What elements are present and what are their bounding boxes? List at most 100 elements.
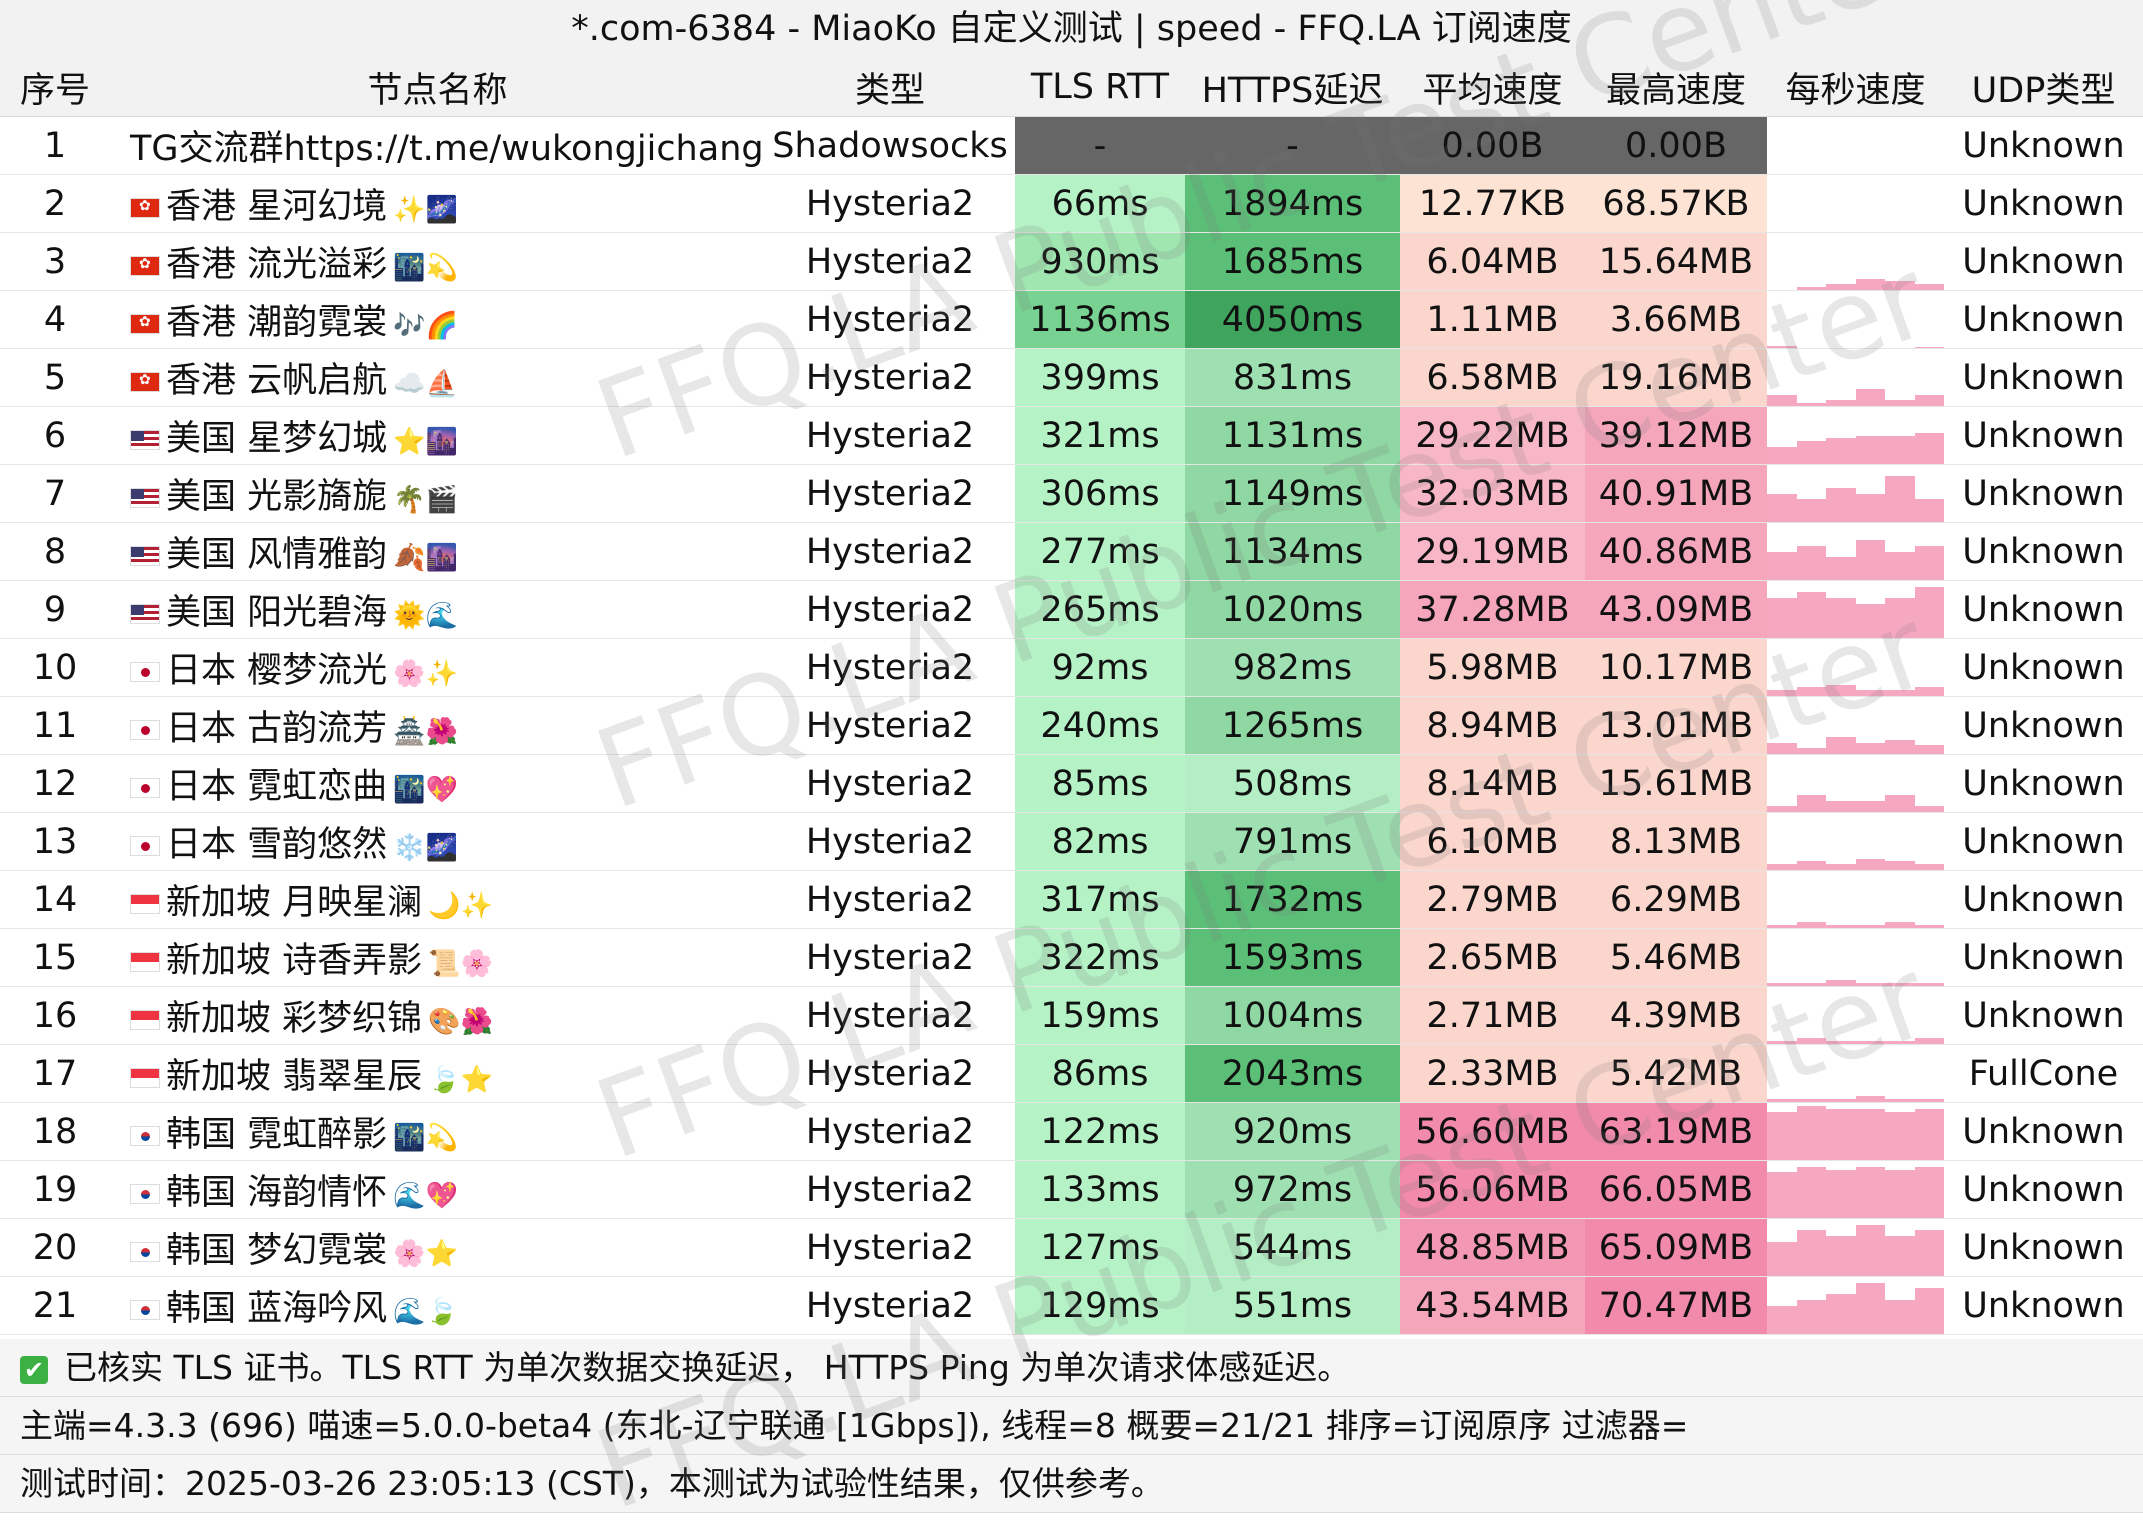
cell-udp-type: Unknown	[1944, 348, 2143, 407]
cell-no: 11	[0, 696, 110, 755]
window-title: *.com-6384 - MiaoKo 自定义测试 | speed - FFQ.…	[0, 0, 2143, 59]
table-row[interactable]: 8 美国 风情雅韵 🍂🌆 Hysteria2 277ms 1134ms 29.19MB 40.…	[0, 522, 2143, 581]
sparkline-bar	[1826, 1041, 1856, 1044]
cell-node-name: 美国 风情雅韵 🍂🌆	[110, 522, 765, 581]
table-row[interactable]: 13 日本 雪韵悠然 ❄️🌌 Hysteria2 82ms 791ms 6.10MB 8.13…	[0, 812, 2143, 871]
col-header-avg[interactable]: 平均速度	[1400, 58, 1585, 117]
flag-us-icon	[130, 546, 160, 566]
table-row[interactable]: 2香港 星河幻境✨🌌Hysteria266ms1894ms12.77KB68.5…	[0, 174, 2143, 233]
table-row[interactable]: 1 TG交流群https://t.me/wukongjichang Shadowso…	[0, 116, 2143, 175]
table-row[interactable]: 10 日本 樱梦流光 🌸✨ Hysteria2 92ms 982ms 5.98MB 10.17…	[0, 638, 2143, 697]
cell-no: 19	[0, 1160, 110, 1219]
table-row[interactable]: 6 美国 星梦幻城 ⭐🌆 Hysteria2 321ms 1131ms 29.22MB 39.…	[0, 406, 2143, 465]
sparkline-bar	[1796, 687, 1826, 696]
speed-sparkline	[1767, 755, 1944, 812]
table-row[interactable]: 20 韩国 梦幻霓裳 🌸⭐ Hysteria2 127ms 544ms 48.85MB 65.…	[0, 1218, 2143, 1277]
cell-avg-speed: 37.28MB	[1400, 580, 1585, 639]
cell-max-speed: 0.00B	[1585, 116, 1767, 175]
footer-line-2: 主端=4.3.3 (696) 喵速=5.0.0-beta4 (东北-辽宁联通 […	[0, 1397, 2143, 1455]
cell-type: Hysteria2	[765, 1102, 1015, 1161]
table-row[interactable]: 7 美国 光影旖旎 🌴🎬 Hysteria2 306ms 1149ms 32.03MB 40.…	[0, 464, 2143, 523]
cell-max-speed: 66.05MB	[1585, 1160, 1767, 1219]
emoji-icon: 🌊💖	[393, 1181, 458, 1211]
cell-max-speed: 5.46MB	[1585, 928, 1767, 987]
sparkline-bar	[1855, 1096, 1885, 1102]
col-header-https[interactable]: HTTPS延迟	[1185, 58, 1400, 117]
sparkline-bar	[1885, 1299, 1915, 1334]
sparkline-bar	[1914, 586, 1944, 638]
speed-sparkline	[1767, 291, 1944, 348]
col-header-name[interactable]: 节点名称	[110, 58, 765, 117]
table-row[interactable]: 21 韩国 蓝海吟风 🌊🍃 Hysteria2 129ms 551ms 43.54MB 70.…	[0, 1276, 2143, 1335]
emoji-icon: 🌞🌊	[393, 601, 458, 631]
table-row[interactable]: 9 美国 阳光碧海 🌞🌊 Hysteria2 265ms 1020ms 37.28MB 43.…	[0, 580, 2143, 639]
cell-no: 14	[0, 870, 110, 929]
cell-max-speed: 43.09MB	[1585, 580, 1767, 639]
cell-no: 17	[0, 1044, 110, 1103]
cell-node-name: 日本 雪韵悠然 ❄️🌌	[110, 812, 765, 871]
node-name-text: 日本 古韵流芳	[166, 709, 388, 749]
flag-sg-icon	[130, 1068, 160, 1088]
table-row[interactable]: 15 新加坡 诗香弄影 📜🌸 Hysteria2 322ms 1593ms 2.65MB 5.…	[0, 928, 2143, 987]
emoji-icon: 📜🌸	[428, 949, 493, 979]
sparkline-bar	[1826, 284, 1856, 290]
cell-udp-type: Unknown	[1944, 1102, 2143, 1161]
sparkline-bar	[1796, 592, 1826, 638]
cell-max-speed: 3.66MB	[1585, 290, 1767, 349]
cell-node-name: 香港 流光溢彩🌃💫	[110, 232, 765, 291]
table-row[interactable]: 4香港 潮韵霓裳🎶🌈Hysteria21136ms4050ms1.11MB3.6…	[0, 290, 2143, 349]
flag-jp-icon	[130, 720, 160, 740]
cell-avg-speed: 48.85MB	[1400, 1218, 1585, 1277]
cell-type: Hysteria2	[765, 174, 1015, 233]
table-row[interactable]: 5香港 云帆启航☁️⛵Hysteria2399ms831ms6.58MB19.1…	[0, 348, 2143, 407]
table-row[interactable]: 3香港 流光溢彩🌃💫Hysteria2930ms1685ms6.04MB15.6…	[0, 232, 2143, 291]
col-header-no[interactable]: 序号	[0, 58, 110, 117]
cell-tls-rtt: 133ms	[1015, 1160, 1185, 1219]
sparkline-bar	[1796, 861, 1826, 870]
col-header-persec[interactable]: 每秒速度	[1767, 58, 1944, 117]
table-row[interactable]: 11 日本 古韵流芳 🏯🌺 Hysteria2 240ms 1265ms 8.94MB 13.…	[0, 696, 2143, 755]
node-name-text: 美国 阳光碧海	[166, 593, 388, 633]
cell-no: 5	[0, 348, 110, 407]
cell-type: Hysteria2	[765, 464, 1015, 523]
cell-udp-type: Unknown	[1944, 754, 2143, 813]
cell-avg-speed: 0.00B	[1400, 116, 1585, 175]
sparkline-bar	[1855, 540, 1885, 580]
sparkline-bar	[1914, 284, 1944, 290]
cell-max-speed: 6.29MB	[1585, 870, 1767, 929]
cell-no: 1	[0, 116, 110, 175]
table-row[interactable]: 19 韩国 海韵情怀 🌊💖 Hysteria2 133ms 972ms 56.06MB 66.…	[0, 1160, 2143, 1219]
col-header-type[interactable]: 类型	[765, 58, 1015, 117]
speed-sparkline	[1767, 1161, 1944, 1218]
table-row[interactable]: 18 韩国 霓虹醉影 🌃💫 Hysteria2 122ms 920ms 56.60MB 63.…	[0, 1102, 2143, 1161]
sparkline-bar	[1767, 1172, 1797, 1218]
sparkline-bar	[1914, 1166, 1944, 1218]
emoji-icon: 🌊🍃	[393, 1297, 458, 1327]
footer-line-1: ✔ 已核实 TLS 证书。TLS RTT 为单次数据交换延迟， HTTPS Pin…	[0, 1339, 2143, 1397]
cell-https-delay: 831ms	[1185, 348, 1400, 407]
col-header-tls[interactable]: TLS RTT	[1015, 58, 1185, 117]
cell-node-name: 韩国 霓虹醉影 🌃💫	[110, 1102, 765, 1161]
cell-node-name: TG交流群https://t.me/wukongjichang	[110, 116, 765, 175]
sparkline-bar	[1914, 1099, 1944, 1102]
sparkline-bar	[1855, 388, 1885, 406]
sparkline-bar	[1855, 1108, 1885, 1160]
cell-https-delay: 508ms	[1185, 754, 1400, 813]
cell-tls-rtt: 82ms	[1015, 812, 1185, 871]
speed-sparkline	[1767, 523, 1944, 580]
emoji-icon: 🍂🌆	[393, 543, 458, 573]
table-row[interactable]: 16 新加坡 彩梦织锦 🎨🌺 Hysteria2 159ms 1004ms 2.71MB 4.…	[0, 986, 2143, 1045]
flag-us-icon	[130, 604, 160, 624]
table-row[interactable]: 12 日本 霓虹恋曲 🌃💖 Hysteria2 85ms 508ms 8.14MB 15.61…	[0, 754, 2143, 813]
col-header-udp[interactable]: UDP类型	[1944, 58, 2143, 117]
sparkline-bar	[1914, 864, 1944, 870]
col-header-max[interactable]: 最高速度	[1585, 58, 1767, 117]
sparkline-bar	[1914, 983, 1944, 986]
cell-max-speed: 39.12MB	[1585, 406, 1767, 465]
cell-node-name: 韩国 海韵情怀 🌊💖	[110, 1160, 765, 1219]
cell-https-delay: 972ms	[1185, 1160, 1400, 1219]
table-row[interactable]: 14 新加坡 月映星澜 🌙✨ Hysteria2 317ms 1732ms 2.79MB 6.…	[0, 870, 2143, 929]
sparkline-bar	[1885, 794, 1915, 812]
sparkline-bar	[1855, 1041, 1885, 1044]
table-row[interactable]: 17 新加坡 翡翠星辰 🍃⭐ Hysteria2 86ms 2043ms 2.33MB 5.4…	[0, 1044, 2143, 1103]
